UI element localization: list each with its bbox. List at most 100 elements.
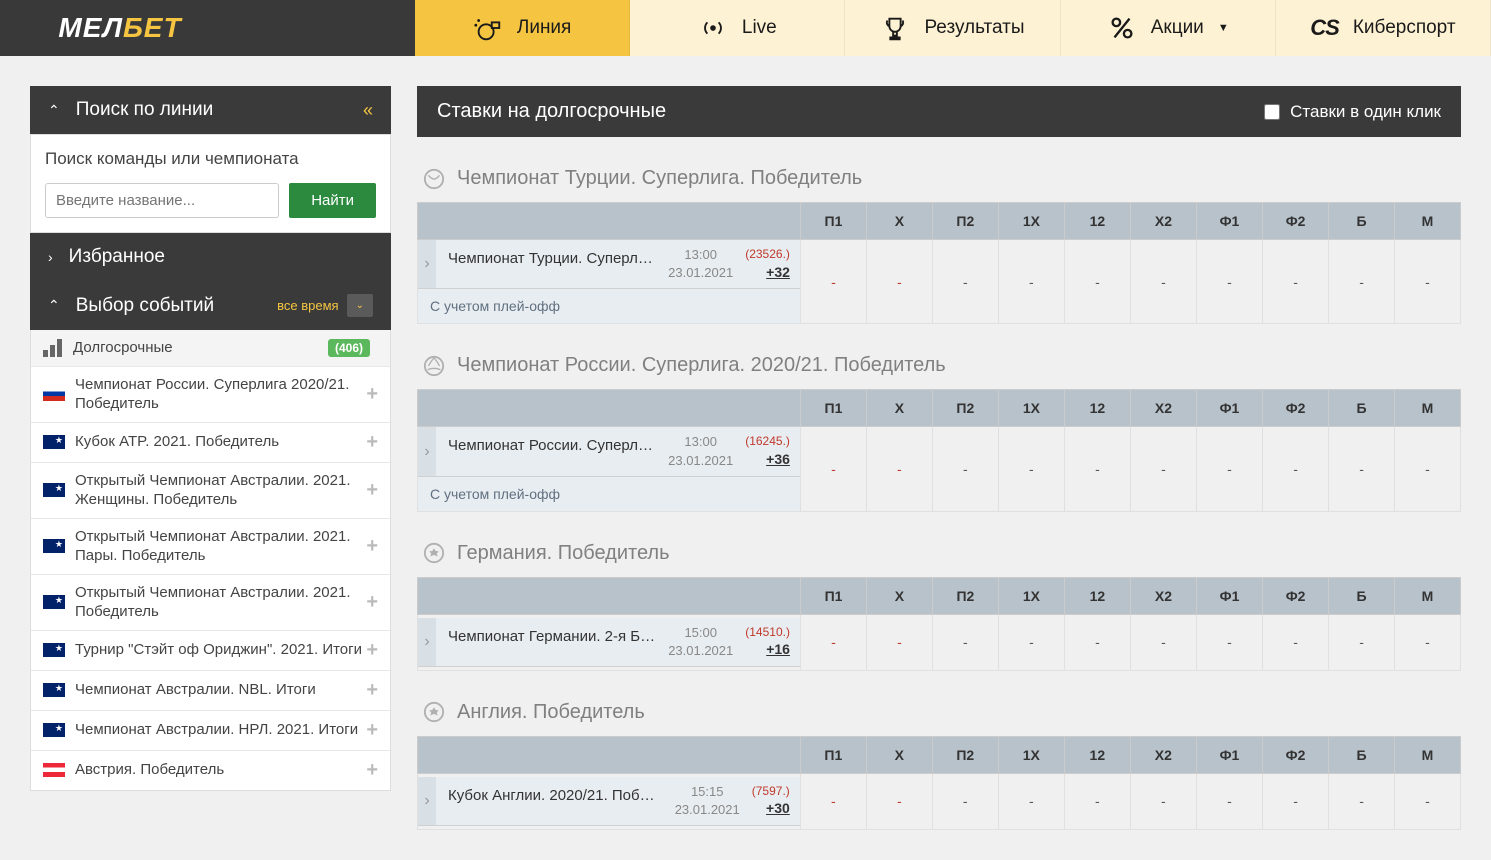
odd-cell[interactable]: - <box>867 614 933 670</box>
odd-cell[interactable]: - <box>1064 614 1130 670</box>
odd-cell[interactable]: - <box>1329 427 1395 511</box>
plus-icon[interactable]: + <box>366 591 378 614</box>
list-item[interactable]: Турнир "Стэйт оф Ориджин". 2021. Итоги+ <box>31 631 390 671</box>
plus-icon[interactable]: + <box>366 759 378 782</box>
flag-au-icon <box>43 483 65 497</box>
odd-cell[interactable]: - <box>1196 427 1262 511</box>
logo[interactable]: МЕЛБЕТ <box>0 0 240 56</box>
col-header: X <box>866 736 932 773</box>
expand-button[interactable]: › <box>418 240 436 288</box>
event-extra: (16245.)+36 <box>745 427 800 475</box>
plus-icon[interactable]: + <box>366 431 378 454</box>
nav-promo[interactable]: Акции ▼ <box>1061 0 1276 56</box>
search-panel-header[interactable]: ⌃ Поиск по линии « <box>30 86 391 134</box>
odd-cell[interactable]: - <box>1130 614 1196 670</box>
list-item[interactable]: Кубок ATP. 2021. Победитель+ <box>31 423 390 463</box>
odd-cell[interactable]: - <box>1196 240 1262 324</box>
event-title: Чемпионат Турции. Суперл… <box>436 240 656 288</box>
esports-icon: CS <box>1310 15 1339 41</box>
col-header: Б <box>1329 577 1395 614</box>
plus-icon[interactable]: + <box>366 639 378 662</box>
odd-cell[interactable]: - <box>1329 614 1395 670</box>
list-item[interactable]: Открытый Чемпионат Австралии. 2021. Побе… <box>31 575 390 631</box>
odd-cell[interactable]: - <box>1395 614 1461 670</box>
nav-results[interactable]: Результаты <box>845 0 1060 56</box>
col-header: 12 <box>1064 390 1130 427</box>
event-title: Кубок Англии. 2020/21. Поб… <box>436 777 663 825</box>
odd-cell[interactable]: - <box>1064 240 1130 324</box>
more-bets-link[interactable]: +32 <box>766 264 790 280</box>
odd-cell[interactable]: - <box>866 240 932 324</box>
odd-cell[interactable]: - <box>1395 240 1461 324</box>
odd-cell[interactable]: - <box>932 773 998 829</box>
odd-cell[interactable]: - <box>1130 240 1196 324</box>
collapse-icon[interactable]: « <box>363 100 373 121</box>
odd-cell[interactable]: - <box>1263 240 1329 324</box>
odd-cell[interactable]: - <box>1130 773 1196 829</box>
expand-button[interactable]: › <box>418 777 436 825</box>
search-button[interactable]: Найти <box>289 183 376 218</box>
nav-esports[interactable]: CS Киберспорт <box>1276 0 1491 56</box>
col-header: X2 <box>1130 736 1196 773</box>
search-input[interactable] <box>45 183 279 218</box>
odd-cell[interactable]: - <box>1196 614 1262 670</box>
odd-cell[interactable]: - <box>998 773 1064 829</box>
plus-icon[interactable]: + <box>366 679 378 702</box>
odd-cell[interactable]: - <box>1395 427 1461 511</box>
time-filter[interactable]: все время ⌄ <box>277 294 373 317</box>
plus-icon[interactable]: + <box>366 479 378 502</box>
odd-cell[interactable]: - <box>866 773 932 829</box>
list-item[interactable]: Открытый Чемпионат Австралии. 2021. Пары… <box>31 519 390 575</box>
nav-live[interactable]: Live <box>630 0 845 56</box>
col-header: П2 <box>932 577 998 614</box>
list-item[interactable]: Чемпионат России. Суперлига 2020/21. Поб… <box>31 367 390 423</box>
odd-cell[interactable]: - <box>1196 773 1262 829</box>
bars-icon <box>43 339 63 357</box>
list-item[interactable]: Австрия. Победитель+ <box>31 751 390 790</box>
odd-cell[interactable]: - <box>866 427 932 511</box>
col-header: X2 <box>1130 203 1196 240</box>
favorites-header[interactable]: › Избранное <box>30 233 391 281</box>
list-item[interactable]: Чемпионат Австралии. NBL. Итоги+ <box>31 671 390 711</box>
plus-icon[interactable]: + <box>366 719 378 742</box>
category-longterm[interactable]: Долгосрочные (406) <box>31 330 390 367</box>
event-datetime: 15:1523.01.2021 <box>663 777 752 825</box>
one-click-toggle[interactable]: Ставки в один клик <box>1264 102 1441 122</box>
odd-cell[interactable]: - <box>1130 427 1196 511</box>
events-header[interactable]: ⌃ Выбор событий все время ⌄ <box>30 281 391 330</box>
odd-cell[interactable]: - <box>800 614 866 670</box>
odd-cell[interactable]: - <box>800 427 866 511</box>
odd-cell[interactable]: - <box>1263 773 1329 829</box>
list-item[interactable]: Открытый Чемпионат Австралии. 2021. Женщ… <box>31 463 390 519</box>
odd-cell[interactable]: - <box>1394 773 1460 829</box>
more-bets-link[interactable]: +16 <box>766 641 790 657</box>
odd-cell[interactable]: - <box>1064 427 1130 511</box>
more-bets-link[interactable]: +30 <box>766 800 790 816</box>
odd-cell[interactable]: - <box>800 240 866 324</box>
group-title: Чемпионат России. Суперлига. 2020/21. По… <box>417 354 1461 377</box>
odd-cell[interactable]: - <box>1263 614 1329 670</box>
odd-cell[interactable]: - <box>998 427 1064 511</box>
odd-cell[interactable]: - <box>1329 773 1395 829</box>
plus-icon[interactable]: + <box>366 383 378 406</box>
odd-cell[interactable]: - <box>932 614 998 670</box>
odd-cell[interactable]: - <box>1064 773 1130 829</box>
col-header: Б <box>1329 390 1395 427</box>
expand-button[interactable]: › <box>418 618 436 666</box>
one-click-checkbox[interactable] <box>1264 104 1280 120</box>
odd-cell[interactable]: - <box>1329 240 1395 324</box>
odd-cell[interactable]: - <box>932 427 998 511</box>
more-bets-link[interactable]: +36 <box>766 451 790 467</box>
event-datetime: 15:0023.01.2021 <box>656 618 745 666</box>
col-header: Ф1 <box>1196 577 1262 614</box>
list-item[interactable]: Чемпионат Австралии. НРЛ. 2021. Итоги+ <box>31 711 390 751</box>
odd-cell[interactable]: - <box>998 614 1064 670</box>
expand-button[interactable]: › <box>418 427 436 475</box>
odd-cell[interactable]: - <box>932 240 998 324</box>
whistle-icon <box>473 13 503 43</box>
plus-icon[interactable]: + <box>366 535 378 558</box>
odd-cell[interactable]: - <box>800 773 866 829</box>
odd-cell[interactable]: - <box>1263 427 1329 511</box>
nav-line[interactable]: Линия <box>415 0 630 56</box>
odd-cell[interactable]: - <box>998 240 1064 324</box>
